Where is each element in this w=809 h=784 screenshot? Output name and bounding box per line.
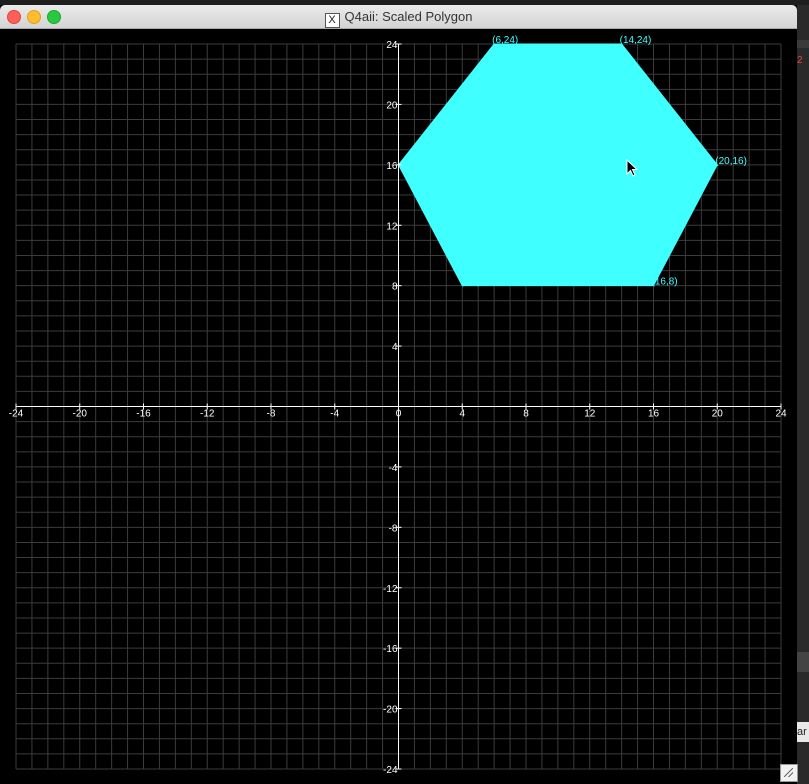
- y-tick-label: 16: [386, 161, 398, 172]
- x11-icon: X: [324, 13, 340, 28]
- x-tick-label: -12: [200, 409, 215, 420]
- y-tick-label: -8: [389, 523, 398, 534]
- window-titlebar[interactable]: X Q4aii: Scaled Polygon: [0, 5, 797, 29]
- window-title-text: Q4aii: Scaled Polygon: [344, 9, 473, 24]
- y-tick-label: -20: [383, 705, 398, 716]
- x-tick-label: 16: [648, 409, 660, 420]
- x-tick-label: 12: [584, 409, 596, 420]
- x-tick-label: 24: [775, 409, 787, 420]
- vertex-label: (20,16): [715, 156, 747, 167]
- x-tick-label: -20: [73, 409, 88, 420]
- vertex-label: (6,24): [492, 35, 518, 46]
- x-tick-label: 20: [712, 409, 724, 420]
- x-tick-label: -16: [136, 409, 151, 420]
- vertex-label: (16,8): [652, 277, 678, 288]
- y-tick-label: 24: [386, 40, 398, 51]
- vertex-label: (4,8): [460, 277, 481, 288]
- mouse-cursor-icon: [626, 158, 639, 182]
- x-tick-label: 8: [523, 409, 529, 420]
- x-tick-label: 4: [459, 409, 465, 420]
- y-tick-label: 20: [386, 100, 398, 111]
- plot-canvas[interactable]: -24 -20 -16 -12 -8 -4 0 4 8 12 16 20 24 24 20 16 12 8 4 -4 -…: [0, 29, 797, 784]
- y-tick-label: 4: [392, 342, 398, 353]
- resize-grip-icon[interactable]: [780, 764, 798, 782]
- x-tick-label: -4: [330, 409, 339, 420]
- background-window-element: [797, 652, 809, 672]
- window-title: X Q4aii: Scaled Polygon: [0, 9, 797, 28]
- y-tick-label: -12: [383, 584, 398, 595]
- y-tick-label: 8: [392, 282, 398, 293]
- y-tick-label: -4: [389, 463, 398, 474]
- x-tick-label: -24: [9, 409, 24, 420]
- y-tick-label: -24: [383, 765, 398, 776]
- y-tick-label: 12: [386, 221, 398, 232]
- background-window-element: [797, 40, 809, 48]
- background-window-digit: 2: [797, 55, 803, 66]
- y-tick-label: -16: [383, 644, 398, 655]
- background-window-text: ar: [797, 722, 809, 742]
- x-tick-label: -8: [267, 409, 276, 420]
- vertex-label: (14,24): [620, 35, 652, 46]
- x-tick-label: 0: [396, 409, 402, 420]
